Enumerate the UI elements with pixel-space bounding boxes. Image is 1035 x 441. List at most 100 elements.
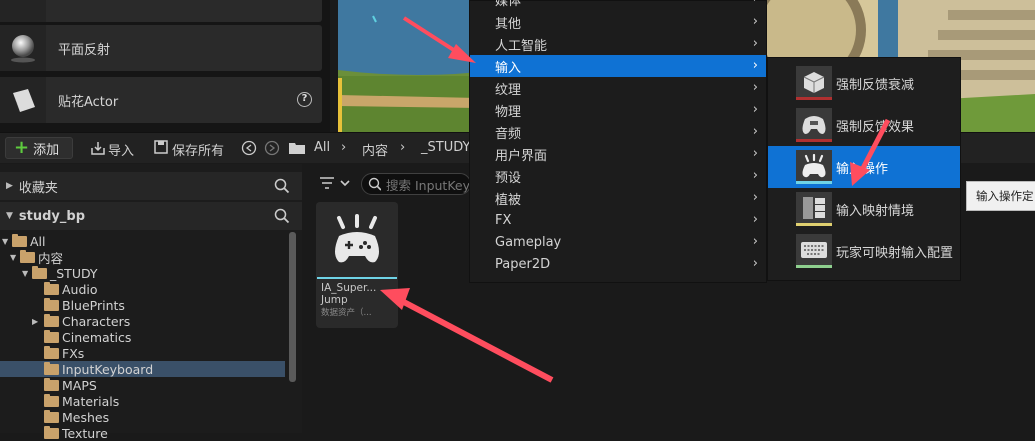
tree-item-materials[interactable]: Materials [0,393,285,409]
chevron-right-icon: › [752,124,758,139]
favorites-header[interactable]: ▶ 收藏夹 [0,172,302,200]
asset-tile[interactable]: IA_Super... Jump 数据资产（... [316,202,398,328]
breadcrumb-content[interactable]: 内容 [362,140,388,159]
chevron-right-icon: › [752,212,758,227]
asset-name: IA_Super... Jump [321,282,377,306]
chevron-right-icon: › [752,234,758,249]
menu-item-input[interactable]: 输入 › [470,55,766,77]
placement-item-label: 平面反射 [58,42,111,58]
tree-item-texture[interactable]: Texture [0,425,285,441]
menu-item-other[interactable]: 其他 › [470,11,766,33]
tree-item-blueprints[interactable]: BluePrints [0,297,285,313]
folder-icon [44,409,59,423]
placement-item-planar-reflection[interactable]: 平面反射 [0,25,322,71]
placement-thumb [0,0,46,22]
placement-panel: 平面反射 贴花Actor ? [0,0,330,132]
folder-icon [44,329,59,343]
add-button-label: 添加 [33,142,60,158]
chevron-right-icon: › [752,36,758,51]
menu-item-media[interactable]: 媒体› [470,0,766,10]
search-icon[interactable] [274,208,290,228]
menu-item-ai[interactable]: 人工智能 › [470,33,766,55]
search-icon[interactable] [274,178,290,198]
collapse-arrow-icon: ▼ [2,236,9,246]
tree-item-content[interactable]: ▼ 内容 [0,249,285,266]
breadcrumb-separator-icon: › [400,140,406,155]
sources-panel: ▶ 收藏夹 ▼ study_bp ▼ All ▼ 内容 ▼ _STUDY Audio … [0,164,302,441]
filter-icon[interactable] [318,172,354,197]
favorites-label: 收藏夹 [18,180,58,196]
add-button[interactable]: + 添加 [5,137,73,159]
chevron-right-icon: › [752,256,758,271]
project-label: study_bp [18,208,86,224]
search-placeholder: 搜索 InputKey [385,177,470,193]
submenu-item-force-feedback-effect[interactable]: 强制反馈效果 [768,104,960,146]
tree-item-fxs[interactable]: FXs [0,345,285,361]
placement-item-label: 贴花Actor [58,94,119,110]
search-icon [368,177,381,191]
folder-icon [32,265,47,279]
folder-icon [12,233,27,247]
import-button[interactable]: 导入 [108,140,134,159]
save-icon [154,140,168,157]
chevron-right-icon: › [752,14,758,29]
collapse-arrow-icon: ▼ [10,252,17,262]
menu-item-fx[interactable]: FX › [470,209,766,231]
gamepad-icon [796,150,832,184]
chevron-right-icon: › [752,190,758,205]
tree-scrollbar[interactable] [289,232,296,382]
placement-item-decal-actor[interactable]: 贴花Actor ? [0,77,322,123]
collapse-arrow-icon: ▼ [22,268,29,278]
expand-arrow-icon: ▶ [32,316,39,326]
tree-item-maps[interactable]: MAPS [0,377,285,393]
chevron-right-icon: › [752,102,758,117]
folder-icon [288,141,306,158]
tree-item-cinematics[interactable]: Cinematics [0,329,285,345]
forward-icon[interactable] [264,140,280,159]
decal-icon [0,77,46,123]
sphere-icon [0,25,46,71]
asset-type-label: 数据资产（... [321,308,372,318]
create-asset-menu: 媒体› 其他› 人工智能› 输入› 纹理› 物理› 音频› 用户界面› 预设› … [469,0,767,283]
chevron-right-icon: › [752,58,758,73]
tree-item-study[interactable]: ▼ _STUDY [0,265,285,281]
gamepad-icon [316,202,398,277]
menu-item-foliage[interactable]: 植被 › [470,187,766,209]
stacked-controllers-icon [796,192,832,226]
back-icon[interactable] [241,140,257,159]
asset-search-input[interactable]: 搜索 InputKey [361,173,471,195]
help-icon[interactable]: ? [297,92,312,107]
keyboard-icon [796,234,832,268]
save-all-button[interactable]: 保存所有 [172,140,224,159]
project-header[interactable]: ▼ study_bp [0,202,302,230]
menu-item-physics[interactable]: 物理 › [470,99,766,121]
tree-item-inputkeyboard[interactable]: InputKeyboard [0,361,285,377]
folder-icon [44,377,59,391]
submenu-item-player-mappable-config[interactable]: 玩家可映射输入配置 [768,230,960,272]
tree-item-meshes[interactable]: Meshes [0,409,285,425]
folder-icon [44,297,59,311]
placement-item-0[interactable] [0,0,322,22]
menu-item-audio[interactable]: 音频 › [470,121,766,143]
tree-item-audio[interactable]: Audio [0,281,285,297]
menu-item-gameplay[interactable]: Gameplay › [470,231,766,253]
menu-item-presets[interactable]: 预设 › [470,165,766,187]
breadcrumb-all[interactable]: All [314,140,330,155]
menu-item-ui[interactable]: 用户界面 › [470,143,766,165]
breadcrumb-study[interactable]: _STUDY [421,140,470,155]
chevron-right-icon: › [752,168,758,183]
folder-icon [44,393,59,407]
folder-icon [44,345,59,359]
folder-icon [44,281,59,295]
menu-item-paper2d[interactable]: Paper2D › [470,253,766,275]
menu-item-texture[interactable]: 纹理 › [470,77,766,99]
chevron-right-icon: › [753,0,758,6]
submenu-item-input-mapping-context[interactable]: 输入映射情境 [768,188,960,230]
input-submenu: 强制反馈衰减 强制反馈效果 输入操作 输入映射情境 玩家可映射输入配置 [767,57,961,281]
tree-item-characters[interactable]: ▶ Characters [0,313,285,329]
submenu-item-force-feedback-attenuation[interactable]: 强制反馈衰减 [768,62,960,104]
tooltip: 输入操作定 [966,181,1035,211]
folder-icon [20,249,35,263]
submenu-item-input-action[interactable]: 输入操作 [768,146,960,188]
breadcrumb-separator-icon: › [341,140,347,155]
